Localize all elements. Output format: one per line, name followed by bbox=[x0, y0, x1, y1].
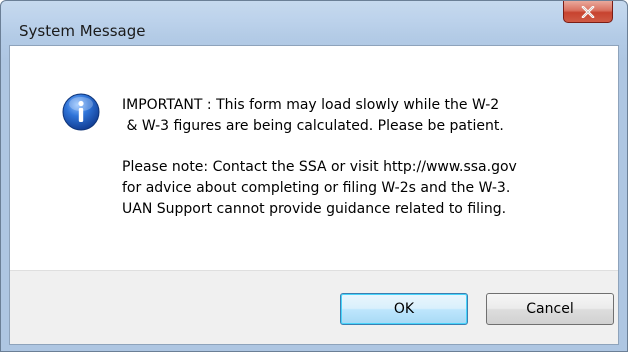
message-line: IMPORTANT : This form may load slowly wh… bbox=[122, 97, 500, 113]
message-line: & W-3 figures are being calculated. Plea… bbox=[122, 118, 504, 134]
close-icon bbox=[581, 5, 595, 18]
window-title: System Message bbox=[19, 22, 146, 40]
title-bar[interactable]: System Message bbox=[1, 1, 627, 45]
message-area: IMPORTANT : This form may load slowly wh… bbox=[10, 46, 618, 270]
message-line: for advice about completing or filing W-… bbox=[122, 180, 511, 196]
message-line: Please note: Contact the SSA or visit ht… bbox=[122, 159, 517, 175]
cancel-button[interactable]: Cancel bbox=[486, 293, 614, 325]
button-bar: OK Cancel bbox=[10, 270, 618, 344]
dialog-body: IMPORTANT : This form may load slowly wh… bbox=[9, 45, 619, 345]
message-line: UAN Support cannot provide guidance rela… bbox=[122, 201, 507, 217]
info-icon bbox=[62, 93, 100, 131]
dialog-window: System Message IMPORTANT: This form may… bbox=[0, 0, 628, 352]
message-text: IMPORTANT : This form may load slowly wh… bbox=[122, 95, 592, 220]
close-button[interactable] bbox=[563, 1, 613, 23]
ok-button[interactable]: OK bbox=[340, 293, 468, 325]
